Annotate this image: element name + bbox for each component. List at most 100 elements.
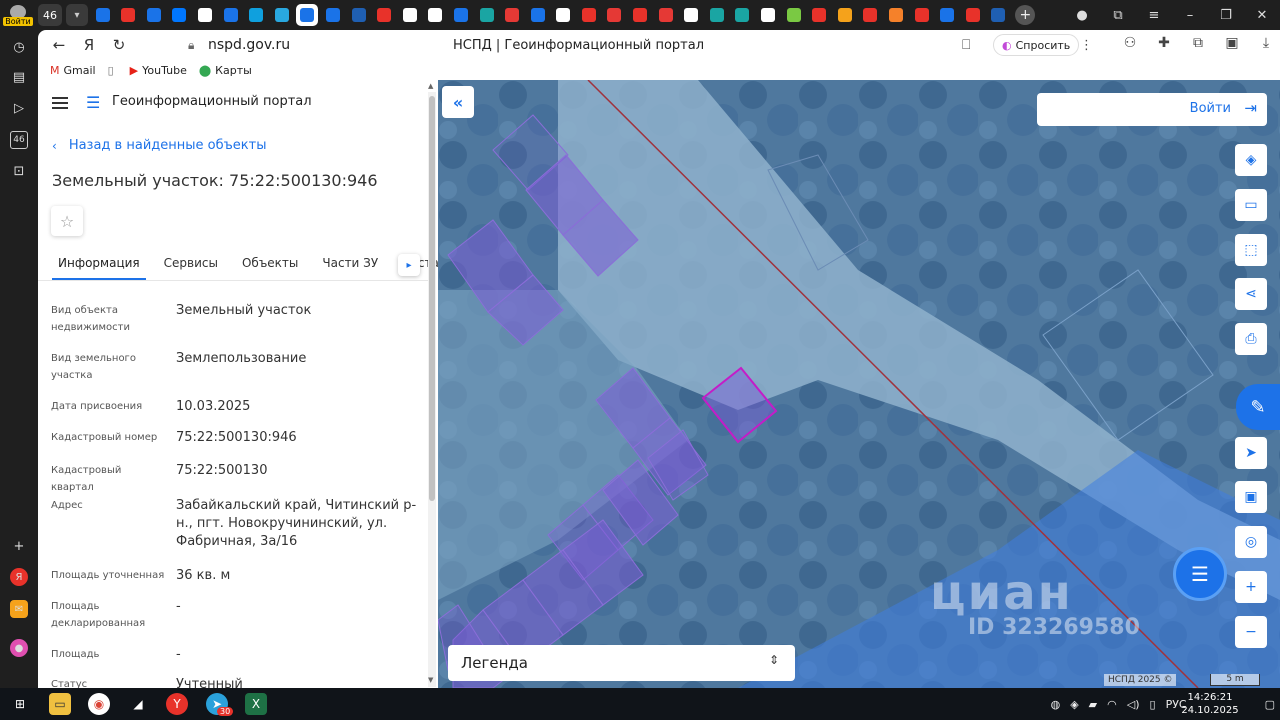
tab-information[interactable]: Информация [52, 250, 146, 280]
bookmark-youtube[interactable]: ▶ YouTube [130, 64, 187, 77]
browser-tab[interactable] [731, 4, 753, 26]
browser-tab[interactable] [808, 4, 830, 26]
browser-tab[interactable] [348, 4, 370, 26]
print-button[interactable]: ⎙ [1235, 323, 1267, 355]
chat-button[interactable]: ☰ [1173, 547, 1227, 601]
tab-parts[interactable]: Части ЗУ [316, 250, 384, 280]
bookmark-gmail[interactable]: M Gmail [50, 64, 96, 77]
ask-button[interactable]: ◐ Спросить [993, 34, 1080, 56]
browser-tab[interactable] [501, 4, 523, 26]
legend-dropdown[interactable]: Легенда ⇕ [448, 645, 795, 681]
browser-tab[interactable] [399, 4, 421, 26]
scroll-up-icon[interactable]: ▲ [428, 82, 433, 90]
history-icon[interactable]: ◷ [10, 38, 28, 56]
battery-icon[interactable]: ▯ [1150, 698, 1156, 711]
bookmark-page[interactable]: ▯ [108, 64, 118, 77]
more-icon[interactable]: ⋮ [1080, 38, 1093, 53]
minimize-icon[interactable]: – [1172, 8, 1208, 23]
chrome-icon[interactable]: ◉ [88, 693, 110, 715]
browser-tab[interactable] [450, 4, 472, 26]
tab-count-button[interactable]: 46 [38, 4, 62, 26]
video-icon[interactable]: ▷ [10, 99, 28, 117]
browser-tab[interactable] [476, 4, 498, 26]
browser-tab[interactable] [245, 4, 267, 26]
mail-icon[interactable]: ✉ [10, 600, 28, 618]
bookmark-icon[interactable]: ⎕ [962, 37, 970, 53]
scrollbar-thumb[interactable] [429, 96, 435, 501]
restore-icon[interactable]: ❐ [1208, 8, 1244, 23]
geolocation-button[interactable]: ◎ [1235, 526, 1267, 558]
tabs-scroll-right-button[interactable]: ▸ [398, 254, 420, 276]
tabs-badge[interactable]: 46 [10, 131, 28, 149]
layers-button[interactable]: ◈ [1235, 144, 1267, 176]
back-arrow-icon[interactable]: ← [44, 36, 74, 54]
browser-tab[interactable] [885, 4, 907, 26]
browser-tab[interactable] [117, 4, 139, 26]
browser-tab[interactable] [296, 4, 319, 26]
browser-tab[interactable] [322, 4, 344, 26]
wifi-icon[interactable]: ◠ [1107, 698, 1117, 711]
browser-tab[interactable] [220, 4, 242, 26]
hamburger-menu-icon[interactable] [52, 94, 68, 112]
alice-icon[interactable]: ● [10, 639, 28, 657]
collapse-panel-button[interactable]: « [442, 86, 474, 118]
browser-tab[interactable] [987, 4, 1009, 26]
browser-tab[interactable] [783, 4, 805, 26]
select-area-button[interactable]: ⬚ [1235, 234, 1267, 266]
game-tray-icon[interactable]: ◈ [1070, 698, 1078, 711]
browser-tab[interactable] [92, 4, 114, 26]
app-tray-icon[interactable]: ◍ [1051, 698, 1061, 711]
scroll-down-icon[interactable]: ▼ [428, 676, 433, 684]
browser-tab[interactable] [424, 4, 446, 26]
puzzle-icon[interactable]: ✚ [1147, 35, 1181, 51]
reader-icon[interactable]: ▣ [1215, 35, 1249, 51]
side-action-button[interactable]: ✎ [1236, 384, 1280, 430]
browser-tab[interactable] [578, 4, 600, 26]
favorite-button[interactable]: ☆ [51, 206, 83, 236]
nvidia-icon[interactable]: ▰ [1089, 698, 1097, 711]
measure-button[interactable]: ▭ [1235, 189, 1267, 221]
address-bar[interactable]: nspd.gov.ru [208, 37, 290, 53]
extension-icon[interactable]: ⚇ [1113, 35, 1147, 51]
notifications-icon[interactable]: ▢ [1265, 698, 1275, 711]
screenshot-icon[interactable]: ⊡ [10, 162, 28, 180]
browser-tab[interactable] [552, 4, 574, 26]
chevron-down-icon[interactable]: ▾ [66, 4, 88, 26]
basemap-button[interactable]: ▣ [1235, 481, 1267, 513]
collections-icon[interactable]: ⧉ [1100, 8, 1136, 23]
yandex-browser-icon[interactable]: Y [166, 693, 188, 715]
browser-tab[interactable] [859, 4, 881, 26]
browser-tab[interactable] [629, 4, 651, 26]
map-canvas[interactable] [438, 80, 1280, 688]
browser-tab[interactable] [706, 4, 728, 26]
download-icon[interactable]: ⤓ [1249, 35, 1280, 51]
menu-icon[interactable]: ≡ [1136, 8, 1172, 23]
browser-tab[interactable] [680, 4, 702, 26]
browser-tab[interactable] [962, 4, 984, 26]
excel-icon[interactable]: X [245, 693, 267, 715]
browser-tab[interactable] [936, 4, 958, 26]
add-panel-icon[interactable]: + [10, 537, 28, 555]
login-bar[interactable]: Войти ⇥ [1037, 93, 1267, 126]
browser-tab[interactable] [168, 4, 190, 26]
new-tab-button[interactable]: + [1015, 5, 1036, 25]
account-icon[interactable]: ● [1064, 8, 1100, 23]
site-info-icon[interactable]: 🔒︎ [188, 38, 194, 53]
share-button[interactable]: ⋖ [1235, 278, 1267, 310]
start-icon[interactable]: ⊞ [9, 693, 31, 715]
browser-tab[interactable] [271, 4, 293, 26]
zoom-out-button[interactable]: − [1235, 616, 1267, 648]
browser-tab[interactable] [373, 4, 395, 26]
browser-tab[interactable] [911, 4, 933, 26]
browser-tab[interactable] [834, 4, 856, 26]
browser-tab[interactable] [757, 4, 779, 26]
clock[interactable]: 14:26:21 24.10.2025 [1180, 691, 1240, 717]
back-to-results-link[interactable]: ‹ Назад в найденные объекты [52, 138, 267, 153]
locate-button[interactable]: ➤ [1235, 437, 1267, 469]
browser-tab[interactable] [603, 4, 625, 26]
browser-tab[interactable] [527, 4, 549, 26]
zoom-in-button[interactable]: + [1235, 571, 1267, 603]
browser-tab[interactable] [194, 4, 216, 26]
browser-tab[interactable] [143, 4, 165, 26]
yandex-icon[interactable]: Я [10, 568, 28, 586]
